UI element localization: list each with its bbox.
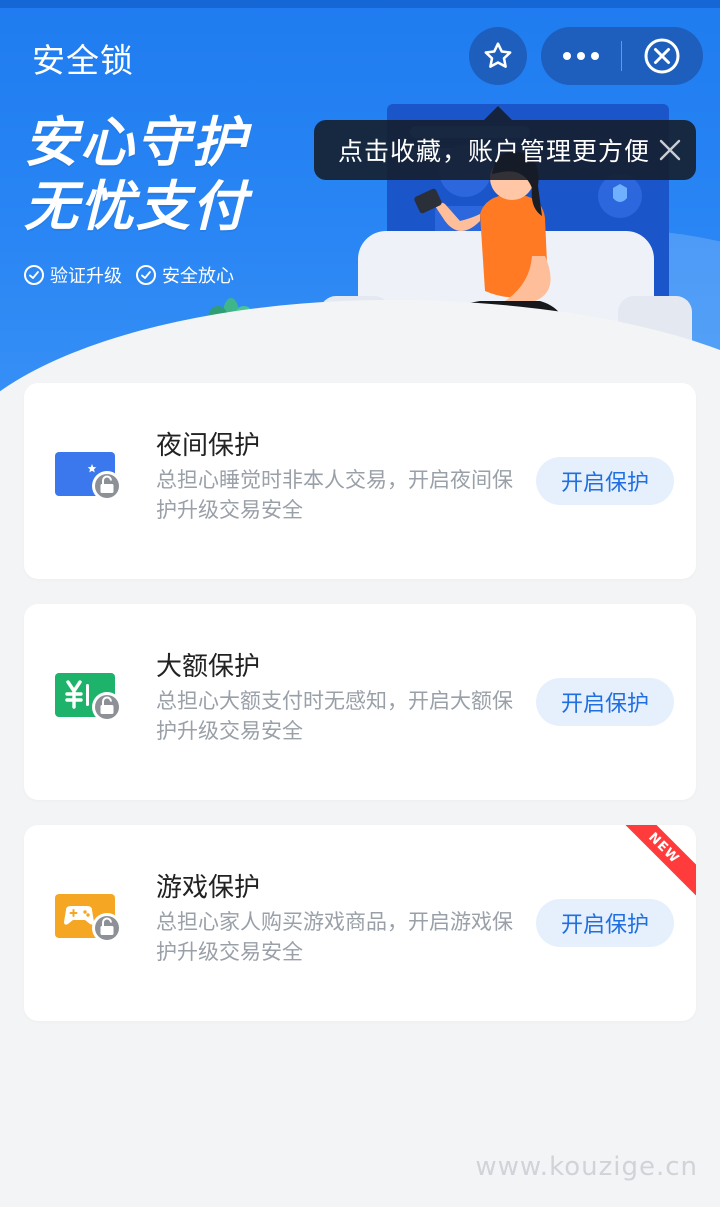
favorite-tooltip: 点击收藏，账户管理更方便: [314, 120, 696, 180]
badge-label: 验证升级: [50, 266, 122, 287]
enable-large-amount-protection-button[interactable]: 开启保护: [536, 678, 674, 726]
card-description: 总担心大额支付时无感知，开启大额保护升级交易安全: [156, 689, 513, 743]
enable-game-protection-button[interactable]: 开启保护: [536, 899, 674, 947]
badge-verify: 验证升级: [24, 262, 122, 288]
more-button[interactable]: [541, 27, 621, 85]
gamepad-lock-icon: [55, 894, 122, 943]
watermark: www.kouzige.cn: [475, 1152, 698, 1182]
more-icon: [563, 52, 599, 60]
badge-safe: 安全放心: [136, 262, 234, 288]
card-night-protection[interactable]: 夜间保护 总担心睡觉时非本人交易，开启夜间保护升级交易安全 开启保护: [24, 383, 696, 579]
close-circle-icon: [644, 38, 680, 74]
close-button[interactable]: [622, 27, 702, 85]
tooltip-arrow: [484, 106, 512, 120]
card-large-amount-protection[interactable]: 大额保护 总担心大额支付时无感知，开启大额保护升级交易安全 开启保护: [24, 604, 696, 800]
yuan-lock-icon: [55, 673, 122, 722]
status-strip: [0, 0, 720, 8]
card-description: 总担心睡觉时非本人交易，开启夜间保护升级交易安全: [156, 468, 513, 522]
card-title: 游戏保护: [156, 873, 261, 903]
tooltip-text: 点击收藏，账户管理更方便: [338, 137, 651, 166]
new-ribbon: NEW: [613, 825, 696, 899]
star-icon: [484, 42, 512, 68]
card-game-protection[interactable]: NEW 游戏保护 总担心家人购买游戏商品，开启游戏保护升级交易安全 开启保护: [24, 825, 696, 1021]
tooltip-close-icon[interactable]: [656, 136, 684, 164]
slogan-line-1: 安心守护: [24, 111, 248, 174]
night-lock-icon: [55, 452, 122, 501]
favorite-button[interactable]: [469, 27, 527, 85]
check-circle-icon: [24, 265, 44, 285]
card-description: 总担心家人购买游戏商品，开启游戏保护升级交易安全: [156, 910, 513, 964]
badge-label: 安全放心: [162, 266, 234, 287]
page: 安全锁 安心守护 无忧支付 验证升级 安全放心 点击收藏，账户管理更方便 夜间保…: [0, 0, 720, 1207]
check-circle-icon: [136, 265, 156, 285]
hero-badges: 验证升级 安全放心: [24, 262, 234, 288]
enable-night-protection-button[interactable]: 开启保护: [536, 457, 674, 505]
hero-banner: 安全锁 安心守护 无忧支付 验证升级 安全放心: [0, 0, 720, 440]
page-title: 安全锁: [32, 41, 134, 80]
slogan-line-2: 无忧支付: [24, 175, 248, 238]
mini-program-capsule: [541, 27, 703, 85]
card-title: 大额保护: [156, 652, 261, 682]
card-title: 夜间保护: [156, 431, 261, 461]
